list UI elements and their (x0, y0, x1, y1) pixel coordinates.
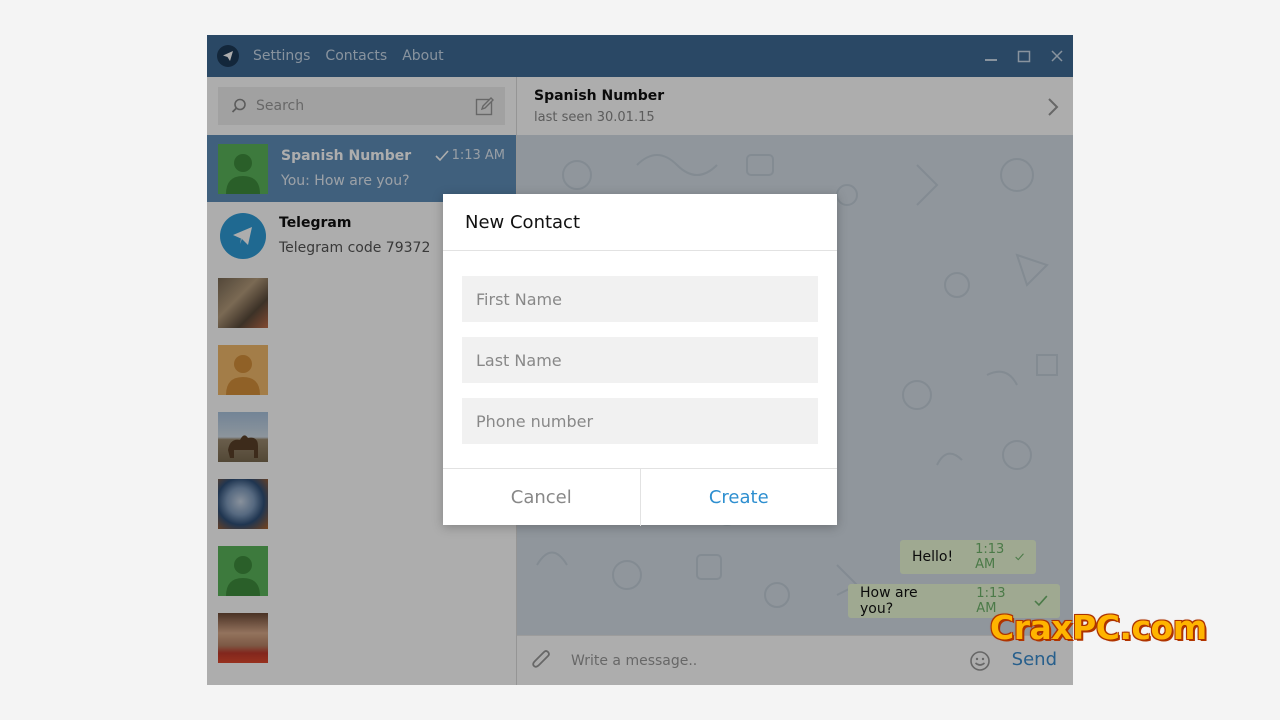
first-name-field[interactable] (462, 276, 818, 322)
dialog-title: New Contact (443, 194, 837, 251)
new-contact-dialog: New Contact Cancel Create (443, 194, 837, 526)
create-button[interactable]: Create (641, 469, 838, 526)
phone-number-field[interactable] (462, 398, 818, 444)
dialog-buttons: Cancel Create (443, 468, 837, 526)
last-name-field[interactable] (462, 337, 818, 383)
cancel-button[interactable]: Cancel (443, 469, 641, 526)
watermark-logo: CraxPC.com (990, 608, 1207, 647)
